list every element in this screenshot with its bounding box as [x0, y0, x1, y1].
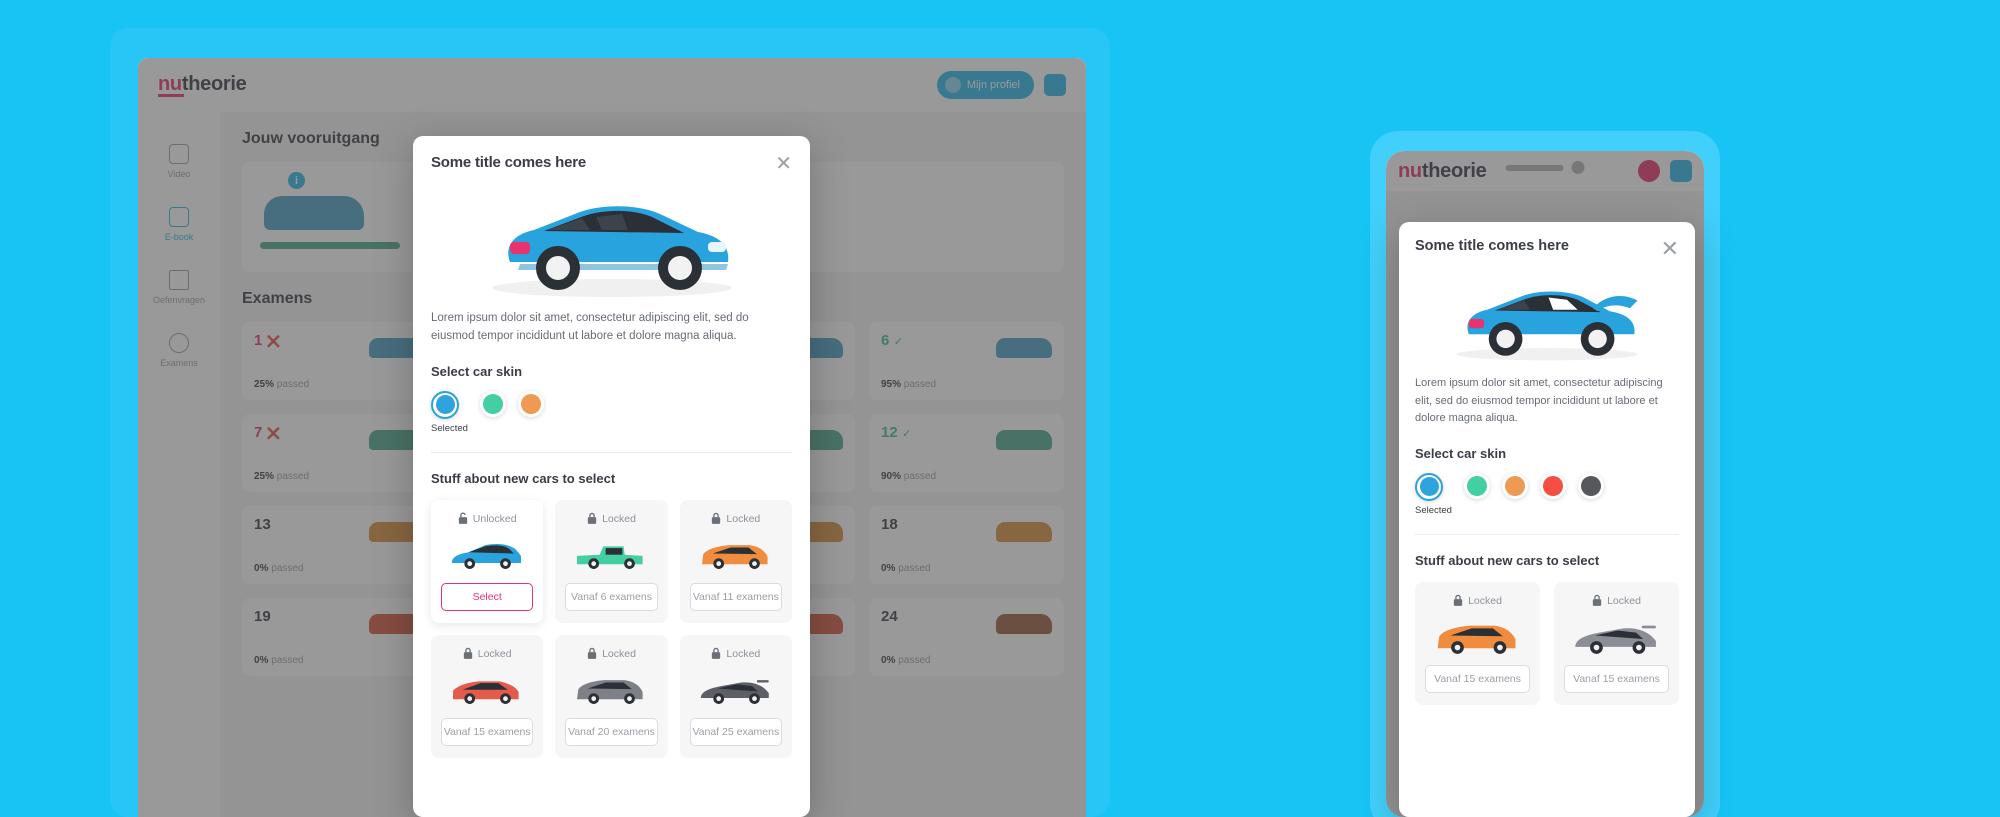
phone-card-status: Locked — [1425, 594, 1530, 609]
car-selection-modal: Some title comes here ✕ Lorem ipsum dolo… — [413, 136, 810, 817]
card-status-label: Locked — [726, 648, 761, 661]
car-card[interactable]: Locked Vanaf 6 examens — [555, 499, 668, 623]
car-card[interactable]: Locked Vanaf 20 examens — [555, 634, 668, 758]
cars-heading: Stuff about new cars to select — [431, 470, 616, 486]
swatch-circle-orange[interactable] — [517, 390, 544, 417]
phone-card-action-button[interactable]: Vanaf 15 examens — [1425, 664, 1530, 693]
lock-icon — [587, 647, 597, 662]
modal-header: Some title comes here ✕ — [431, 154, 792, 174]
card-status-label: Locked — [602, 648, 636, 661]
swatch-circle-green[interactable] — [479, 390, 506, 417]
modal-title: Some title comes here — [431, 154, 587, 171]
phone-car-selection-modal: Some title comes here ✕ Lorem ipsum dolo… — [1399, 222, 1695, 817]
phone-car-card[interactable]: Locked Vanaf 15 examens — [1415, 581, 1540, 705]
phone-speaker — [1505, 164, 1564, 171]
phone-car-cards-grid: Locked Vanaf 15 examens Locked Vanaf 15 exa… — [1415, 581, 1679, 705]
phone-swatch-circle-green[interactable] — [1463, 472, 1490, 499]
car-card[interactable]: Locked Vanaf 15 examens — [431, 634, 544, 758]
phone-card-car-thumb — [1425, 619, 1530, 655]
swatch-blue[interactable]: Selected — [431, 390, 468, 434]
phone-close-icon[interactable]: ✕ — [1661, 238, 1679, 260]
swatch-circle-blue[interactable] — [431, 390, 459, 419]
card-status: Locked — [441, 647, 533, 662]
phone-car-card[interactable]: Locked Vanaf 15 examens — [1554, 581, 1679, 705]
phone-modal-title: Some title comes here — [1415, 238, 1569, 254]
card-status-label: Unlocked — [472, 513, 517, 526]
card-car-thumb — [565, 672, 657, 706]
card-car-thumb — [690, 537, 782, 571]
phone-section-divider — [1415, 533, 1679, 535]
card-car-thumb — [441, 537, 533, 571]
phone-notch — [1505, 161, 1585, 174]
car-card[interactable]: Unlocked Select — [431, 499, 544, 623]
card-car-thumb — [690, 672, 782, 706]
lock-icon — [1453, 594, 1463, 609]
skin-swatch-row: Selected — [431, 390, 792, 434]
car-cards-grid: Unlocked Select Locked Vanaf 6 examens Locke… — [431, 499, 792, 758]
phone-swatch-circle-grey[interactable] — [1577, 472, 1604, 499]
phone-swatch-blue[interactable]: Selected — [1415, 472, 1452, 516]
selected-label: Selected — [431, 422, 468, 434]
swatch-green[interactable] — [479, 390, 506, 434]
car-card[interactable]: Locked Vanaf 11 examens — [679, 499, 792, 623]
card-status-label: Locked — [477, 648, 512, 661]
card-action-button[interactable]: Vanaf 6 examens — [565, 582, 658, 611]
card-status-label: Locked — [726, 513, 761, 526]
card-action-button[interactable]: Vanaf 11 examens — [689, 582, 782, 611]
phone-card-status-label: Locked — [1468, 595, 1502, 608]
lock-icon — [587, 512, 597, 527]
phone-skin-swatch-row: Selected — [1415, 472, 1679, 516]
phone-modal-description: Lorem ipsum dolor sit amet, consectetur … — [1415, 377, 1663, 425]
phone-swatch-circle-orange[interactable] — [1501, 472, 1528, 499]
close-icon[interactable]: ✕ — [775, 154, 792, 174]
card-status: Locked — [565, 512, 657, 527]
card-status: Locked — [690, 647, 782, 662]
card-action-button[interactable]: Vanaf 20 examens — [565, 717, 658, 746]
card-action-button[interactable]: Select — [441, 582, 534, 611]
phone-skin-heading: Select car skin — [1415, 445, 1507, 461]
phone-card-car-thumb — [1564, 619, 1669, 655]
card-car-thumb — [565, 537, 657, 571]
phone-modal-header: Some title comes here ✕ — [1415, 238, 1679, 260]
hero-car-illustration — [431, 184, 792, 304]
lock-icon — [711, 647, 721, 662]
phone-card-action-button[interactable]: Vanaf 15 examens — [1564, 664, 1669, 693]
phone-swatch-circle-blue[interactable] — [1415, 472, 1443, 501]
card-car-thumb — [441, 672, 533, 706]
car-card[interactable]: Locked Vanaf 25 examens — [679, 634, 792, 758]
phone-swatch-orange[interactable] — [1501, 472, 1528, 516]
swatch-orange[interactable] — [517, 390, 544, 434]
phone-card-status-label: Locked — [1607, 595, 1641, 608]
lock-icon — [711, 512, 721, 527]
skin-heading: Select car skin — [431, 363, 523, 379]
card-action-button[interactable]: Vanaf 15 examens — [441, 717, 534, 746]
card-status: Unlocked — [441, 512, 533, 527]
phone-swatch-circle-red[interactable] — [1539, 472, 1566, 499]
phone-hero-car-illustration — [1415, 268, 1679, 373]
phone-cars-heading: Stuff about new cars to select — [1415, 552, 1600, 568]
lock-icon — [1592, 594, 1602, 609]
modal-description: Lorem ipsum dolor sit amet, consectetur … — [431, 312, 749, 342]
card-status: Locked — [690, 512, 782, 527]
phone-card-status: Locked — [1564, 594, 1669, 609]
lock-icon — [463, 647, 473, 662]
phone-selected-label: Selected — [1415, 504, 1452, 516]
phone-camera — [1571, 161, 1585, 174]
card-status: Locked — [565, 647, 657, 662]
unlock-icon — [458, 512, 468, 527]
card-status-label: Locked — [602, 513, 636, 526]
phone-swatch-green[interactable] — [1463, 472, 1490, 516]
section-divider — [431, 451, 792, 453]
card-action-button[interactable]: Vanaf 25 examens — [689, 717, 782, 746]
phone-swatch-red[interactable] — [1539, 472, 1566, 516]
phone-swatch-grey[interactable] — [1577, 472, 1604, 516]
